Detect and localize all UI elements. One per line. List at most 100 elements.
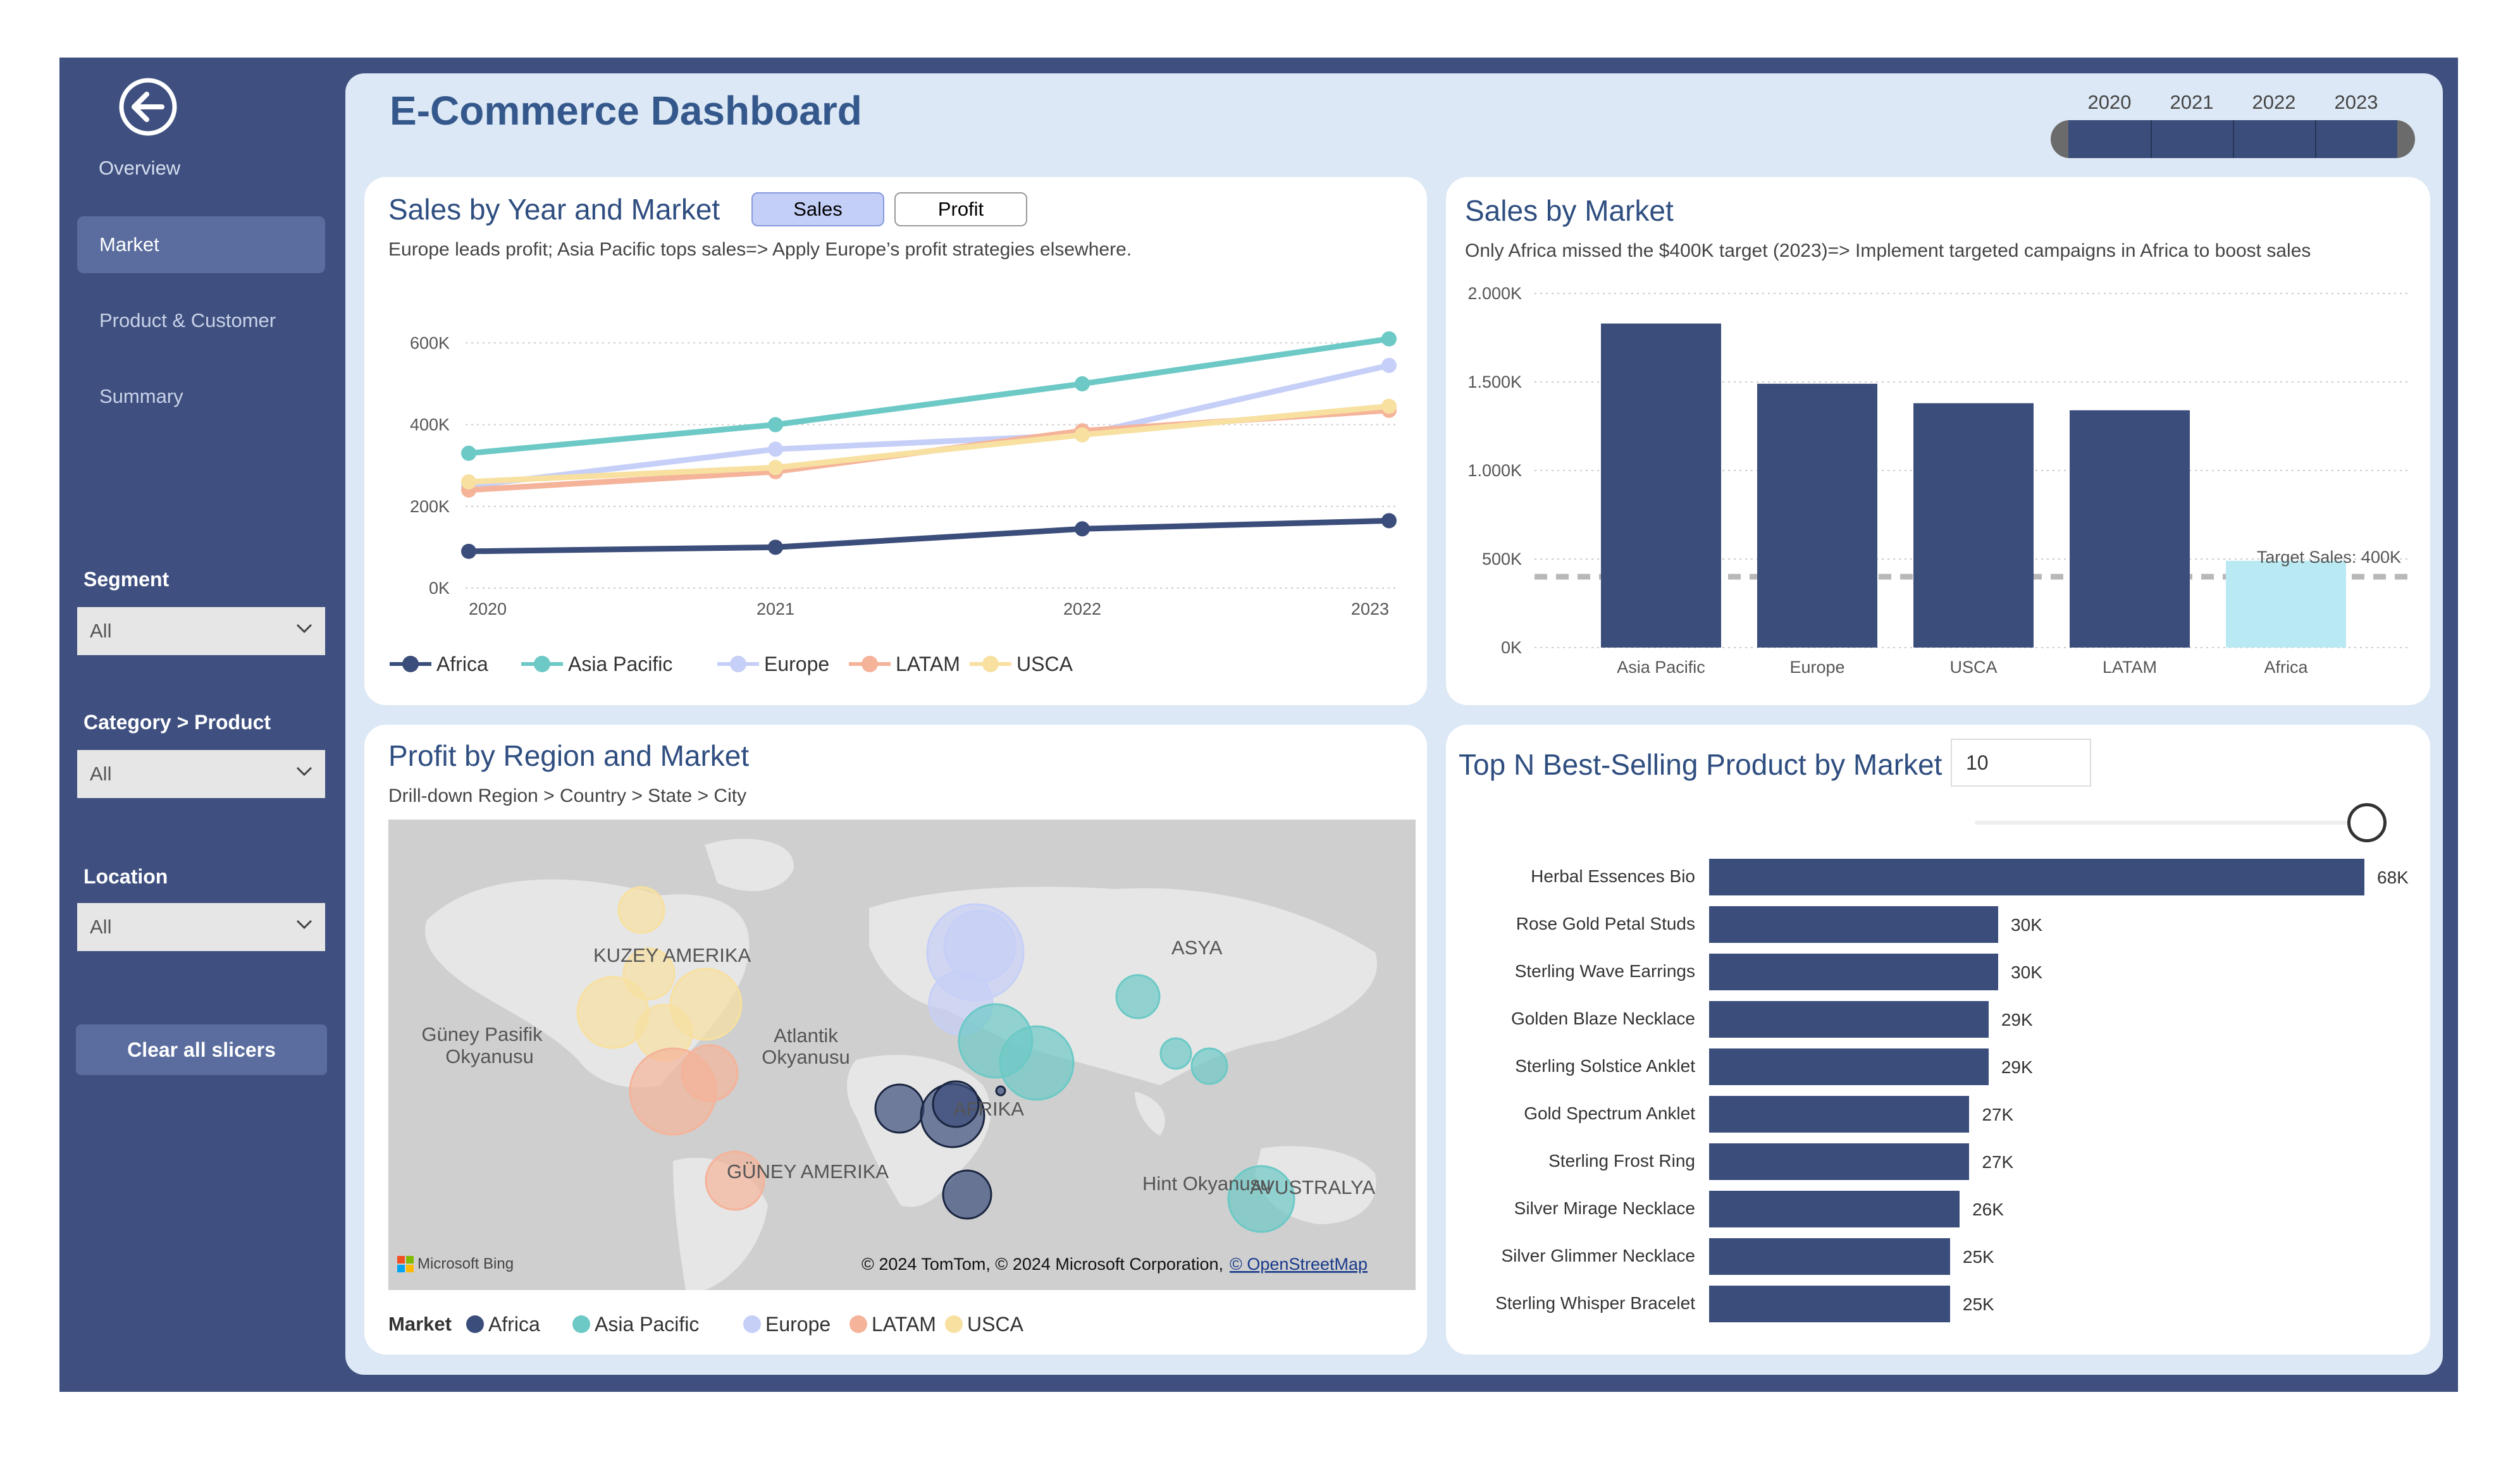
map-bubble-usca — [617, 886, 665, 934]
map-bubble-africa — [995, 1085, 1006, 1097]
legend-marker-latam — [849, 1315, 867, 1333]
product-bar-sterling-wave-earrings — [1709, 954, 1999, 990]
label-atlantic-ocean: Okyanusu — [762, 1046, 850, 1068]
map-bubble-asia-pacific — [1115, 974, 1161, 1019]
bar-asia-pacific — [1601, 323, 1721, 648]
map-bubble-africa — [874, 1083, 925, 1134]
bar-chart: 0K 500K 1.000K 1.500K 2.000K Asia Pacific Euro… — [1467, 284, 2407, 677]
year-label-2020[interactable]: 2020 — [2068, 91, 2151, 114]
clear-all-slicers-button[interactable]: Clear all slicers — [76, 1024, 327, 1075]
chevron-down-icon — [296, 919, 312, 930]
top-n-input[interactable]: 10 — [1951, 739, 2091, 787]
bar-africa — [2226, 560, 2346, 648]
legend-marker-europe — [743, 1315, 761, 1333]
year-label-2021[interactable]: 2021 — [2151, 91, 2233, 114]
osm-link[interactable]: © OpenStreetMap — [1230, 1255, 1368, 1274]
product-bar-silver-glimmer-necklace — [1709, 1238, 1950, 1275]
bing-logo-square — [406, 1256, 414, 1263]
legend-label-asia-pacific: Asia Pacific — [595, 1313, 699, 1336]
x-tick-label: Asia Pacific — [1617, 658, 1705, 677]
product-value-label: 25K — [1962, 1294, 1994, 1314]
legend-label-asia-pacific: Asia Pacific — [568, 653, 672, 675]
category-dropdown[interactable]: All — [77, 750, 325, 798]
legend-marker-asia-pacific — [572, 1315, 590, 1333]
bing-logo-square — [397, 1256, 405, 1263]
product-bar-silver-mirage-necklace — [1709, 1191, 1960, 1227]
legend-label-latam: LATAM — [872, 1313, 936, 1336]
map-bubble-asia-pacific — [1190, 1047, 1228, 1085]
back-arrow-icon[interactable] — [116, 75, 180, 138]
product-value-label: 30K — [2011, 915, 2042, 935]
product-value-label: 27K — [1982, 1152, 2014, 1172]
year-label-2023[interactable]: 2023 — [2315, 91, 2397, 114]
profit-by-region-card: Profit by Region and Market Drill-down R… — [364, 725, 1427, 1355]
map-bubble-asia-pacific — [1159, 1037, 1192, 1070]
x-tick-label: Africa — [2264, 658, 2308, 677]
data-point-usca — [768, 460, 783, 476]
legend-label-europe: Europe — [764, 653, 829, 675]
x-tick-label: 2022 — [1063, 599, 1101, 618]
legend-label-usca: USCA — [1016, 653, 1073, 675]
nav-item-market[interactable]: Market — [77, 216, 325, 273]
year-divider — [2233, 120, 2234, 158]
product-value-label: 68K — [2377, 868, 2409, 887]
legend-marker-africa — [466, 1315, 484, 1333]
map-attribution: © 2024 TomTom, © 2024 Microsoft Corporat… — [862, 1255, 1223, 1274]
product-value-label: 26K — [1972, 1200, 2004, 1219]
top-n-slider-track[interactable] — [1975, 821, 2367, 825]
product-bar-gold-spectrum-anklet — [1709, 1096, 1970, 1133]
map-title: Profit by Region and Market — [388, 739, 750, 772]
label-indian-ocean: Hint Okyanusu — [1142, 1172, 1271, 1195]
series-line-europe — [468, 362, 1390, 489]
year-label-2022[interactable]: 2022 — [2233, 91, 2315, 114]
label-africa: AFRIKA — [953, 1098, 1024, 1120]
segment-dropdown[interactable]: All — [77, 607, 325, 655]
product-label: Golden Blaze Necklace — [1510, 1009, 1695, 1028]
map-legend: Africa Asia Pacific Europe LATAM USCA — [466, 1313, 1024, 1336]
location-dropdown[interactable]: All — [77, 903, 325, 951]
product-bar-sterling-solstice-anklet — [1709, 1048, 1989, 1085]
bar-europe — [1757, 383, 1877, 648]
product-label: Silver Mirage Necklace — [1514, 1198, 1695, 1218]
x-tick-label: 2021 — [757, 599, 794, 618]
y-tick-label: 0K — [1501, 638, 1522, 657]
data-point-usca — [1075, 427, 1090, 443]
label-pacific-ocean: Okyanusu — [445, 1045, 534, 1067]
data-point-africa — [768, 539, 783, 555]
bing-logo-square — [397, 1265, 405, 1272]
year-slicer[interactable]: 2020 2021 2022 2023 — [2049, 82, 2416, 158]
data-point-asia-pacific — [461, 445, 476, 461]
y-tick-label: 0K — [429, 579, 450, 598]
y-tick-label: 600K — [410, 333, 450, 352]
x-tick-label: 2023 — [1351, 599, 1389, 618]
legend-label-latam: LATAM — [896, 653, 960, 675]
overview-label[interactable]: Overview — [99, 157, 180, 180]
location-value: All — [90, 916, 112, 938]
x-tick-label: 2020 — [469, 599, 507, 618]
x-tick-label: USCA — [1949, 658, 1997, 677]
legend-marker-latam — [862, 656, 878, 672]
data-point-usca — [461, 474, 476, 489]
y-tick-label: 500K — [1482, 550, 1522, 569]
top-n-slider-thumb[interactable] — [2347, 803, 2387, 842]
sales-by-market-card: Sales by Market Only Africa missed the $… — [1446, 177, 2430, 705]
main-panel: E-Commerce Dashboard 2020 2021 2022 2023… — [345, 73, 2443, 1375]
legend-marker-europe — [730, 656, 746, 672]
product-value-label: 25K — [1962, 1247, 1994, 1267]
label-atlantic-ocean: Atlantik — [774, 1024, 838, 1047]
legend-label-africa: Africa — [436, 653, 488, 675]
legend-marker-usca — [982, 656, 999, 672]
legend-marker-asia-pacific — [534, 656, 550, 672]
nav-item-summary[interactable]: Summary — [77, 368, 325, 425]
map-bubble-latam — [681, 1044, 739, 1102]
data-point-asia-pacific — [768, 417, 783, 433]
category-value: All — [90, 763, 112, 785]
chevron-down-icon — [296, 624, 312, 634]
y-tick-label: 200K — [410, 497, 450, 516]
nav-item-product-customer[interactable]: Product & Customer — [77, 292, 325, 349]
target-label: Target Sales: 400K — [2257, 548, 2401, 567]
data-point-asia-pacific — [1381, 331, 1397, 347]
location-slicer-title: Location — [83, 865, 168, 888]
map-visual[interactable]: KUZEY AMERIKAGÜNEY AMERIKAASYAAFRIKAAVUS… — [388, 820, 1416, 1290]
map-legend-title: Market — [388, 1313, 452, 1335]
